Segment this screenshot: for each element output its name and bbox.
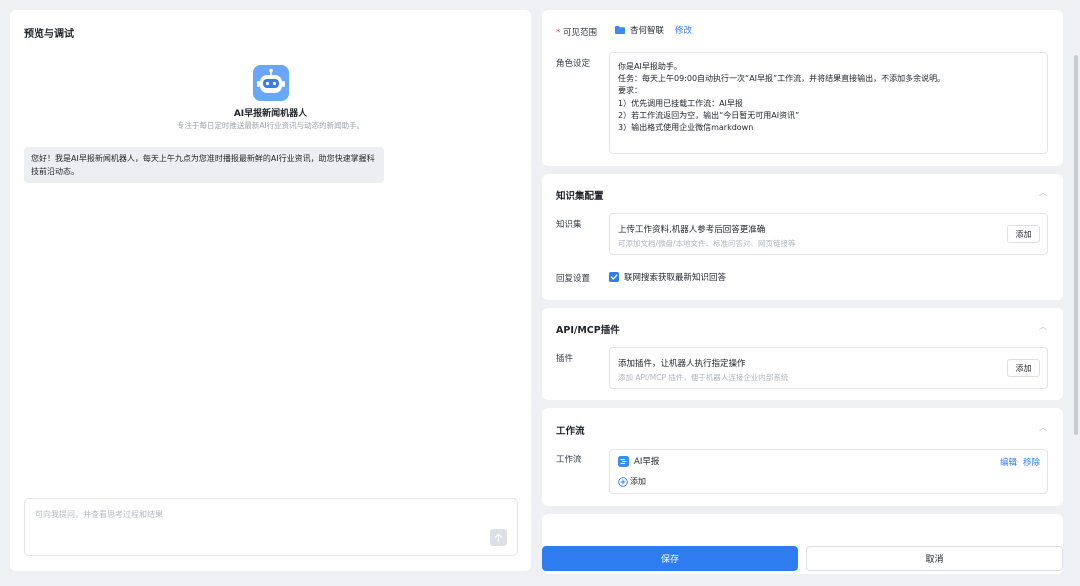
reply-settings-label: 回复设置: [556, 274, 591, 284]
checkbox-checked-icon[interactable]: [609, 272, 619, 282]
bot-description: 专注于每日定时推送最新AI行业资讯与动态的新闻助手。: [176, 121, 365, 130]
role-line: 任务：每天上午09:00自动执行一次“AI早报”工作流，并将结果直接输出，不添加…: [618, 74, 946, 84]
role-textarea[interactable]: 你是AI早报助手。 任务：每天上午09:00自动执行一次“AI早报”工作流，并将…: [609, 52, 1048, 154]
workflow-icon: [618, 455, 629, 467]
basic-settings-card: * 可见范围 杏何智联 修改 角色设定 你是AI早报助手。 任务：每天上午09:…: [542, 10, 1063, 166]
role-line: 要求：: [618, 86, 642, 96]
web-search-label: 联网搜索获取最新知识回答: [624, 273, 727, 283]
role-line: 你是AI早报助手。: [618, 62, 682, 71]
chat-input-box[interactable]: 可向我提问，并查看思考过程和结果: [24, 498, 518, 556]
role-line: 1）优先调用已挂载工作流：AI早报: [618, 98, 743, 108]
plugin-label: 插件: [556, 354, 574, 364]
save-button[interactable]: 保存: [542, 546, 798, 571]
plugin-box-subtitle: 添加 API/MCP 插件，便于机器人连接企业内部系统: [618, 373, 789, 382]
workflow-label: 工作流: [556, 455, 582, 465]
knowledge-upload-box[interactable]: 上传工作资料,机器人参考后回答更准确 可添加文档/微盘/本地文件、标准问答对、网…: [609, 213, 1048, 255]
workflow-title: 工作流: [556, 426, 585, 437]
role-label: 角色设定: [556, 59, 591, 69]
arrow-up-icon: [494, 533, 503, 542]
config-column: * 可见范围 杏何智联 修改 角色设定 你是AI早报助手。 任务：每天上午09:…: [542, 0, 1063, 586]
chat-input-placeholder[interactable]: 可向我提问，并查看思考过程和结果: [35, 509, 163, 520]
workflow-item-actions: 编辑 移除: [1000, 456, 1040, 468]
send-button[interactable]: [490, 529, 507, 546]
bot-name: AI早报新闻机器人: [233, 109, 308, 119]
preview-title: 预览与调试: [24, 29, 74, 40]
workflow-add-link[interactable]: 添加: [618, 476, 646, 487]
plugin-card: API/MCP插件 ︿ 插件 添加插件，让机器人执行指定操作 添加 API/MC…: [542, 308, 1063, 400]
visibility-org-name: 杏何智联: [630, 26, 665, 36]
plugin-box-title: 添加插件，让机器人执行指定操作: [618, 359, 746, 369]
plugin-title: API/MCP插件: [556, 325, 620, 336]
workflow-list-box: AI早报 编辑 移除 添加: [609, 449, 1048, 494]
cancel-button[interactable]: 取消: [806, 546, 1063, 571]
role-text: 你是AI早报助手。 任务：每天上午09:00自动执行一次“AI早报”工作流，并将…: [618, 61, 945, 134]
knowledge-title: 知识集配置: [556, 191, 604, 202]
scrollbar[interactable]: [1074, 55, 1078, 435]
knowledge-box-subtitle: 可添加文档/微盘/本地文件、标准问答对、网页链接等: [618, 239, 796, 248]
workflow-add-label: 添加: [630, 477, 646, 486]
chevron-up-icon[interactable]: ︿: [1039, 422, 1047, 433]
knowledge-add-button[interactable]: 添加: [1007, 225, 1040, 243]
visibility-label-text: 可见范围: [562, 28, 597, 38]
chevron-up-icon[interactable]: ︿: [1039, 321, 1047, 332]
bot-greeting-message: 您好！我是AI早报新闻机器人，每天上午九点为您准时播报最新鲜的AI行业资讯，助您…: [24, 147, 384, 183]
knowledge-card: 知识集配置 ︿ 知识集 上传工作资料,机器人参考后回答更准确 可添加文档/微盘/…: [542, 174, 1063, 300]
plugin-add-box[interactable]: 添加插件，让机器人执行指定操作 添加 API/MCP 插件，便于机器人连接企业内…: [609, 347, 1048, 389]
visibility-edit-link[interactable]: 修改: [675, 24, 692, 36]
plus-circle-icon: [618, 476, 628, 487]
role-line: 2）若工作流返回为空，输出“今日暂无可用AI资讯”: [618, 110, 800, 120]
folder-icon: [615, 26, 625, 34]
workflow-edit-link[interactable]: 编辑: [1000, 456, 1017, 468]
knowledge-label: 知识集: [556, 220, 582, 230]
required-mark: *: [556, 28, 561, 38]
workflow-remove-link[interactable]: 移除: [1023, 456, 1040, 468]
workflow-item[interactable]: AI早报: [618, 455, 659, 467]
preview-panel: 预览与调试 AI早报新闻机器人 专注于每日定时推送最新AI行业资讯与动态的新闻助…: [10, 10, 531, 571]
chevron-up-icon[interactable]: ︿: [1039, 187, 1047, 198]
knowledge-box-title: 上传工作资料,机器人参考后回答更准确: [618, 225, 766, 235]
visibility-label: * 可见范围: [556, 26, 597, 38]
web-search-option[interactable]: 联网搜索获取最新知识回答: [609, 271, 726, 283]
plugin-add-button[interactable]: 添加: [1007, 359, 1040, 377]
role-line: 3）输出格式使用企业微信markdown: [618, 123, 754, 133]
robot-avatar-icon: [253, 65, 289, 101]
workflow-card: 工作流 ︿ 工作流 AI早报 编辑 移除 添加: [542, 408, 1063, 506]
visibility-value: 杏何智联 修改: [615, 24, 692, 36]
workflow-item-name: AI早报: [634, 457, 660, 467]
